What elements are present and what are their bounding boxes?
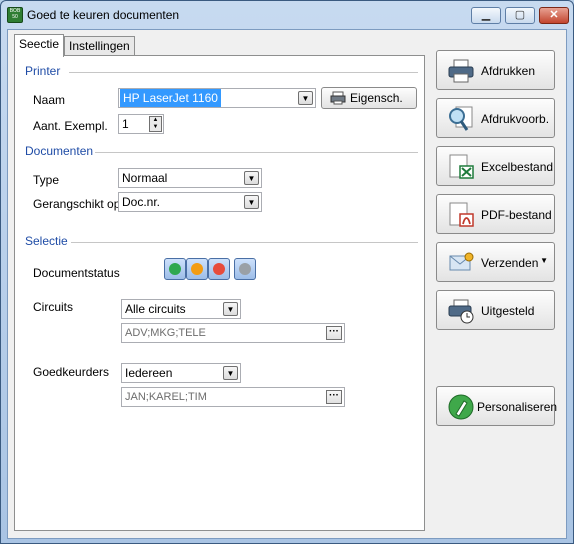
- status-green-toggle[interactable]: [164, 258, 186, 280]
- deferred-print-button[interactable]: Uitgesteld: [436, 290, 555, 330]
- approvers-select-value: Iedereen: [125, 366, 173, 380]
- close-button[interactable]: ✕: [539, 7, 569, 24]
- circuits-label: Circuits: [33, 300, 74, 314]
- type-label: Type: [33, 173, 60, 187]
- status-red-toggle[interactable]: [208, 258, 230, 280]
- main-window: BOB 50 Goed te keuren documenten ▁ ▢ ✕ S…: [0, 0, 574, 544]
- tab-selectie[interactable]: Seectie: [14, 34, 65, 57]
- chevron-down-icon[interactable]: ▼: [223, 302, 238, 316]
- type-select-value: Normaal: [122, 171, 168, 185]
- send-button-label: Verzenden: [481, 256, 539, 270]
- window-title: Goed te keuren documenten: [27, 8, 180, 22]
- excel-export-button[interactable]: Excelbestand: [436, 146, 555, 186]
- maximize-button[interactable]: ▢: [505, 7, 535, 24]
- sort-select[interactable]: Doc.nr. ▼: [118, 192, 262, 212]
- send-button[interactable]: Verzenden ▼: [436, 242, 555, 282]
- selection-heading: Selectie: [25, 234, 68, 248]
- chevron-down-icon[interactable]: ▼: [223, 366, 238, 380]
- printer-name-label: Naam: [33, 93, 66, 107]
- excel-export-label: Excelbestand: [481, 160, 554, 174]
- copies-value: 1: [122, 117, 129, 131]
- deferred-print-label: Uitgesteld: [481, 304, 535, 318]
- spin-arrows-icon[interactable]: ▲ ▼: [149, 116, 162, 132]
- approvers-select[interactable]: Iedereen ▼: [121, 363, 241, 383]
- printer-properties-label: Eigensch.: [350, 91, 403, 105]
- approvers-list-field[interactable]: JAN;KAREL;TIM ···: [121, 387, 345, 407]
- documents-heading: Documenten: [25, 144, 94, 158]
- orange-dot-icon: [191, 263, 203, 275]
- circuits-select-value: Alle circuits: [125, 302, 186, 316]
- title-bar[interactable]: BOB 50 Goed te keuren documenten ▁ ▢ ✕: [1, 1, 573, 29]
- chevron-down-icon[interactable]: ▼: [244, 195, 259, 209]
- printer-properties-button[interactable]: Eigensch.: [321, 87, 417, 109]
- document-status-toggle-group: [164, 258, 256, 282]
- personalize-button[interactable]: Personaliseren: [436, 386, 558, 426]
- personalize-label: Personaliseren: [477, 400, 558, 414]
- sort-select-value: Doc.nr.: [122, 195, 161, 209]
- pdf-file-icon: [449, 202, 474, 227]
- chevron-down-icon[interactable]: ▼: [244, 171, 259, 185]
- minimize-button[interactable]: ▁: [471, 7, 501, 24]
- printer-select[interactable]: HP LaserJet 1160 ▼: [118, 88, 316, 108]
- print-preview-button[interactable]: Afdrukvoorb.: [436, 98, 555, 138]
- printer-heading: Printer: [25, 64, 61, 78]
- copies-stepper[interactable]: 1 ▲ ▼: [118, 114, 164, 134]
- printer-clock-icon: [448, 299, 474, 324]
- excel-file-icon: [449, 154, 474, 179]
- magnifier-icon: [449, 106, 473, 131]
- type-select[interactable]: Normaal ▼: [118, 168, 262, 188]
- selection-divider: [71, 242, 418, 243]
- circuits-list-value: ADV;MKG;TELE: [125, 327, 206, 339]
- pdf-export-label: PDF-bestand: [481, 208, 552, 222]
- red-dot-icon: [213, 263, 225, 275]
- status-orange-toggle[interactable]: [186, 258, 208, 280]
- chevron-down-icon[interactable]: ▼: [298, 91, 313, 105]
- app-icon: BOB 50: [7, 7, 23, 23]
- print-preview-label: Afdrukvoorb.: [481, 112, 550, 126]
- printer-small-icon: [330, 91, 346, 105]
- printer-icon: [448, 59, 474, 83]
- dropdown-arrow-icon[interactable]: ▼: [540, 256, 548, 265]
- tab-instellingen[interactable]: Instellingen: [64, 36, 135, 56]
- copies-label: Aant. Exempl.: [33, 119, 108, 133]
- circuits-list-field[interactable]: ADV;MKG;TELE ···: [121, 323, 345, 343]
- ellipsis-button[interactable]: ···: [326, 326, 342, 340]
- print-button[interactable]: Afdrukken: [436, 50, 555, 90]
- personalize-icon: [448, 394, 474, 420]
- print-button-label: Afdrukken: [481, 64, 536, 78]
- documents-divider: [95, 152, 418, 153]
- status-grey-toggle[interactable]: [234, 258, 256, 280]
- send-mail-icon: [449, 252, 474, 271]
- approvers-label: Goedkeurders: [33, 365, 110, 379]
- pdf-export-button[interactable]: PDF-bestand: [436, 194, 555, 234]
- printer-divider: [69, 72, 418, 73]
- circuits-select[interactable]: Alle circuits ▼: [121, 299, 241, 319]
- ellipsis-button[interactable]: ···: [326, 390, 342, 404]
- approvers-list-value: JAN;KAREL;TIM: [125, 391, 207, 403]
- document-status-label: Documentstatus: [33, 266, 120, 280]
- sort-label: Gerangschikt op: [33, 197, 121, 211]
- selectie-panel: Printer Naam HP LaserJet 1160 ▼ Eigensch…: [14, 55, 425, 531]
- printer-select-value: HP LaserJet 1160: [120, 89, 221, 107]
- dialog-client-area: Seectie Instellingen Printer Naam HP Las…: [7, 29, 567, 539]
- green-dot-icon: [169, 263, 181, 275]
- grey-dot-icon: [239, 263, 251, 275]
